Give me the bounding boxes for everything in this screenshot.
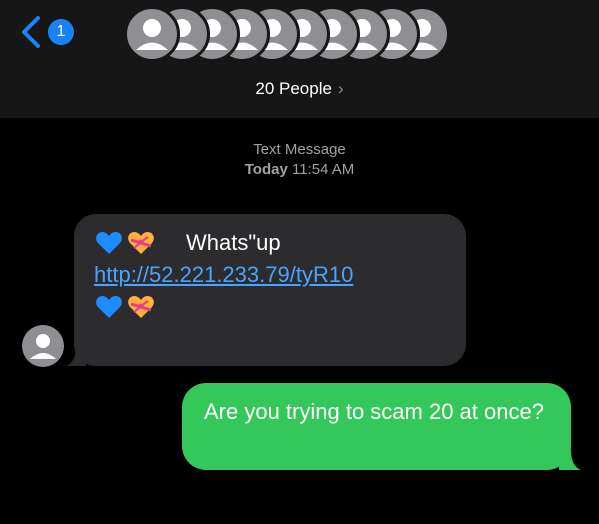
chevron-right-icon: › — [337, 79, 344, 98]
conversation-header: 1 20 People › — [0, 0, 599, 118]
time-label: 11:54 AM — [291, 161, 355, 178]
message-text: Whats"up — [186, 230, 281, 255]
message-text: Are you trying to scam 20 at once? — [204, 399, 544, 424]
chevron-left-icon — [22, 16, 40, 48]
people-count-label: 20 People — [255, 79, 332, 98]
back-button[interactable]: 1 — [18, 14, 74, 50]
unread-count-badge: 1 — [48, 19, 74, 45]
person-icon — [136, 19, 168, 50]
service-label: Text Message — [253, 141, 346, 158]
message-timestamp: Text Message Today 11:54 AM — [0, 140, 599, 180]
group-details-button[interactable]: 20 People › — [0, 79, 599, 99]
bubble-tail — [559, 450, 581, 470]
person-icon — [30, 334, 56, 359]
blue-heart-icon — [96, 296, 122, 318]
bubble-tail — [66, 346, 86, 366]
heart-with-ribbon-icon — [128, 296, 154, 318]
incoming-message-bubble[interactable]: Whats"up http://52.221.233.79/tyR10 — [66, 214, 466, 366]
heart-with-ribbon-icon — [128, 232, 154, 254]
group-avatars[interactable] — [124, 6, 484, 66]
blue-heart-icon — [96, 232, 122, 254]
sender-avatar[interactable] — [22, 325, 64, 367]
outgoing-message-bubble[interactable]: Are you trying to scam 20 at once? — [182, 383, 581, 470]
day-label: Today — [244, 161, 288, 178]
group-member-avatar — [124, 6, 180, 62]
message-link[interactable]: http://52.221.233.79/tyR10 — [94, 262, 353, 288]
